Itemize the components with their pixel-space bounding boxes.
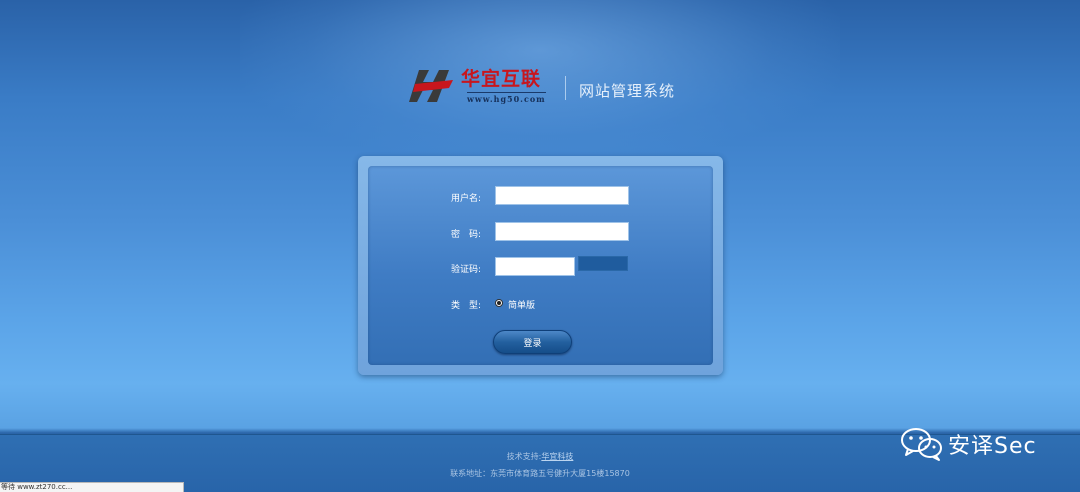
username-input[interactable] xyxy=(495,186,629,205)
tech-support-link[interactable]: 华宜科技 xyxy=(541,452,573,461)
wechat-icon xyxy=(901,428,942,461)
captcha-input[interactable] xyxy=(495,257,575,276)
tech-support-label: 技术支持: xyxy=(506,452,542,461)
password-label: 密 码: xyxy=(451,230,482,240)
username-label: 用户名: xyxy=(451,194,482,204)
logo-mark-icon xyxy=(409,70,453,102)
logo-divider xyxy=(565,76,566,100)
logo-company-name: 华宜互联 xyxy=(461,68,542,90)
type-radio[interactable] xyxy=(495,299,503,307)
watermark-text: 安译Sec xyxy=(948,434,1037,459)
captcha-image[interactable] xyxy=(578,256,628,271)
system-title: 网站管理系统 xyxy=(579,82,676,100)
logo: 华宜互联 www.hg50.com 网站管理系统 xyxy=(409,66,699,110)
footer-address: 联系地址：东莞市体育路五号健升大厦15楼15870 xyxy=(450,469,630,478)
browser-status-bar: 等待 www.zt270.cc... xyxy=(0,482,184,492)
type-label: 类 型: xyxy=(451,301,482,311)
password-input[interactable] xyxy=(495,222,629,241)
logo-url: www.hg50.com xyxy=(467,92,546,104)
login-button[interactable]: 登录 xyxy=(493,330,572,354)
type-option-label[interactable]: 简单版 xyxy=(508,298,535,311)
captcha-label: 验证码: xyxy=(451,265,482,275)
